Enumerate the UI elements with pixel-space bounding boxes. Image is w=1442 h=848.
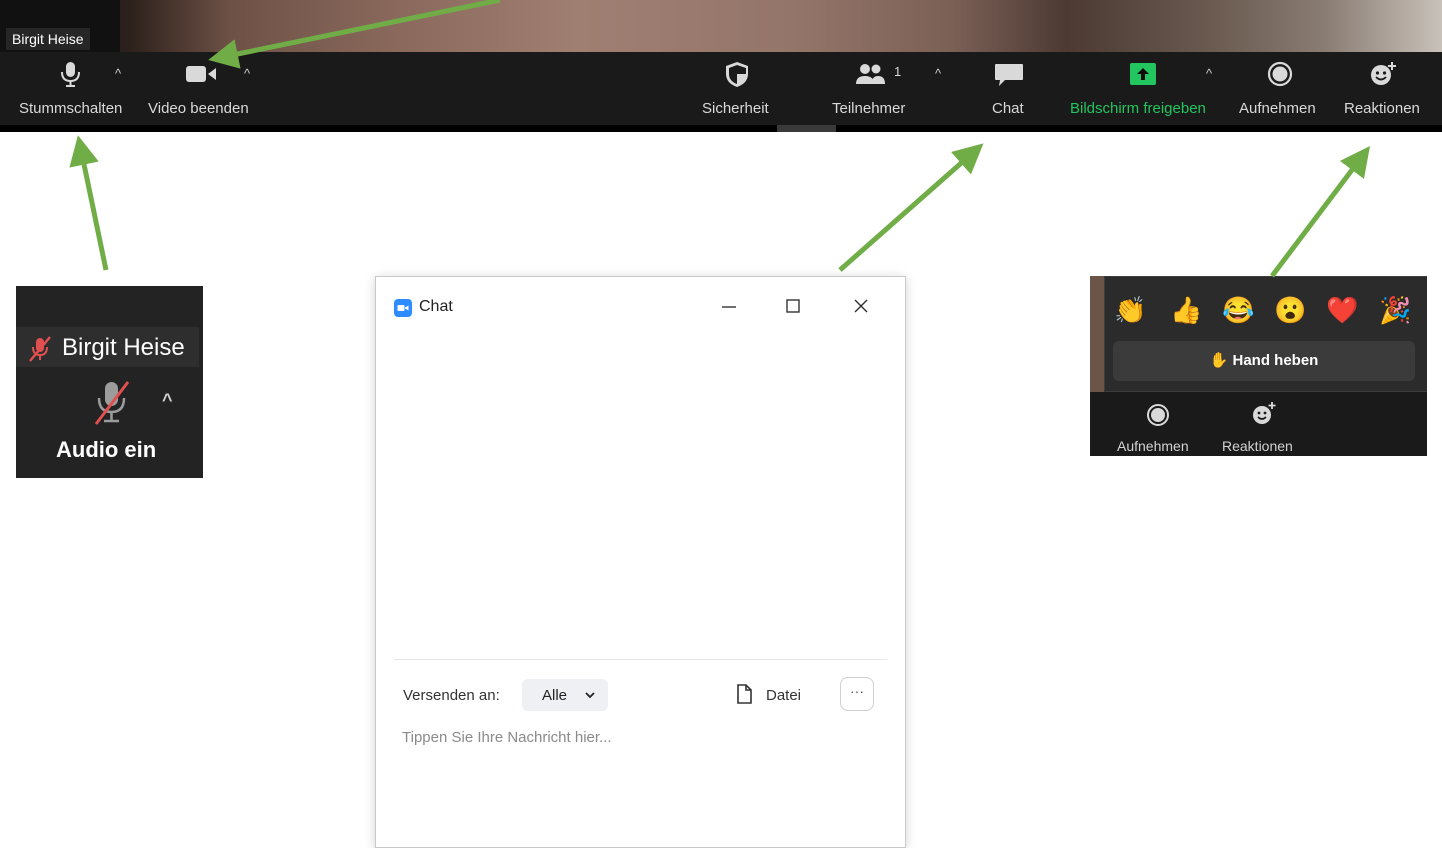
recipient-value: Alle [542,687,568,704]
inset-toolbar: Aufnehmen Reaktionen [1090,392,1427,456]
file-button-label[interactable]: Datei [766,687,801,704]
meeting-toolbar: Stummschalten ^ Video beenden ^ Sicherhe… [0,52,1442,132]
participants-label: Teilnehmer [832,100,906,117]
participants-count: 1 [894,64,902,79]
more-options-button[interactable]: ··· [840,677,874,711]
muted-microphone-icon[interactable] [92,378,132,426]
chat-label: Chat [992,100,1024,117]
close-icon[interactable] [846,291,876,321]
audio-options-caret[interactable]: ^ [115,66,121,81]
zoom-logo-icon [394,299,412,317]
reactions-inset-screenshot: 👏 👍 😂 😮 ❤️ 🎉 ✋ Hand heben Aufnehmen Reak… [1090,276,1427,456]
inset-participant-name: Birgit Heise [62,334,185,361]
record-label: Aufnehmen [1239,100,1316,117]
participant-name-tag: Birgit Heise [6,28,90,50]
share-label: Bildschirm freigeben [1070,100,1206,117]
mute-label: Stummschalten [19,100,123,117]
video-options-caret[interactable]: ^ [244,66,250,81]
inset-reactions-label: Reaktionen [1222,438,1293,454]
record-icon [1267,61,1293,87]
chat-window-title: Chat [419,298,453,315]
arrow-to-chat [838,143,984,272]
microphone-icon [61,62,80,87]
raise-hand-button[interactable]: ✋ Hand heben [1113,341,1415,381]
stop-video-button[interactable]: Video beenden [146,52,258,124]
message-input[interactable] [402,722,872,752]
raise-hand-label: Hand heben [1232,352,1319,369]
clap-reaction[interactable]: 👏 [1114,295,1146,325]
thumbs-up-reaction[interactable]: 👍 [1170,295,1202,325]
shield-icon [726,62,748,87]
reaction-popup: 👏 👍 😂 😮 ❤️ 🎉 ✋ Hand heben [1104,276,1427,392]
video-label: Video beenden [148,100,249,117]
surprised-reaction[interactable]: 😮 [1274,295,1306,325]
reactions-label: Reaktionen [1344,100,1420,117]
arrow-to-mute [69,135,109,271]
minimize-icon[interactable] [714,291,744,321]
party-reaction[interactable]: 🎉 [1379,295,1411,325]
maximize-icon[interactable] [778,291,808,321]
participants-icon [856,64,885,84]
file-icon[interactable] [734,683,754,705]
audio-inset-screenshot: Birgit Heise ^ Audio ein [16,286,203,478]
inset-video-edge [1090,276,1104,392]
security-button[interactable]: Sicherheit [700,52,778,124]
share-options-caret[interactable]: ^ [1206,66,1212,81]
mute-button[interactable]: Stummschalten [14,52,132,124]
reactions-button[interactable]: Reaktionen [1342,52,1432,124]
chat-divider [394,659,887,660]
toolbar-grip [777,125,836,132]
share-screen-button[interactable]: Bildschirm freigeben [1070,52,1220,124]
arrow-to-reactions [1270,146,1371,278]
muted-microphone-icon [29,336,51,362]
heart-reaction[interactable]: ❤️ [1326,295,1358,325]
security-label: Sicherheit [702,100,769,117]
reaction-add-icon[interactable] [1250,400,1278,428]
record-icon[interactable] [1145,402,1171,428]
recipient-select[interactable]: Alle [522,679,608,711]
participants-button[interactable]: 1 Teilnehmer [830,52,920,124]
audio-on-label: Audio ein [56,437,157,462]
video-feed [0,0,1442,52]
record-button[interactable]: Aufnehmen [1237,52,1327,124]
video-camera-icon [186,66,216,82]
chevron-down-icon [585,692,595,699]
toolbar-bottom-edge [0,125,1442,132]
chat-button[interactable]: Chat [985,52,1035,124]
chat-bubble-icon [995,64,1023,86]
participants-options-caret[interactable]: ^ [935,66,941,81]
chat-window: Chat Versenden an: Alle Datei ··· [375,276,906,848]
send-to-label: Versenden an: [403,687,500,704]
inset-audio-caret[interactable]: ^ [162,390,173,411]
raise-hand-icon: ✋ [1209,352,1229,369]
reaction-add-icon [1371,62,1396,85]
laugh-reaction[interactable]: 😂 [1222,295,1254,325]
share-screen-icon [1130,63,1156,85]
inset-record-label: Aufnehmen [1117,438,1189,454]
